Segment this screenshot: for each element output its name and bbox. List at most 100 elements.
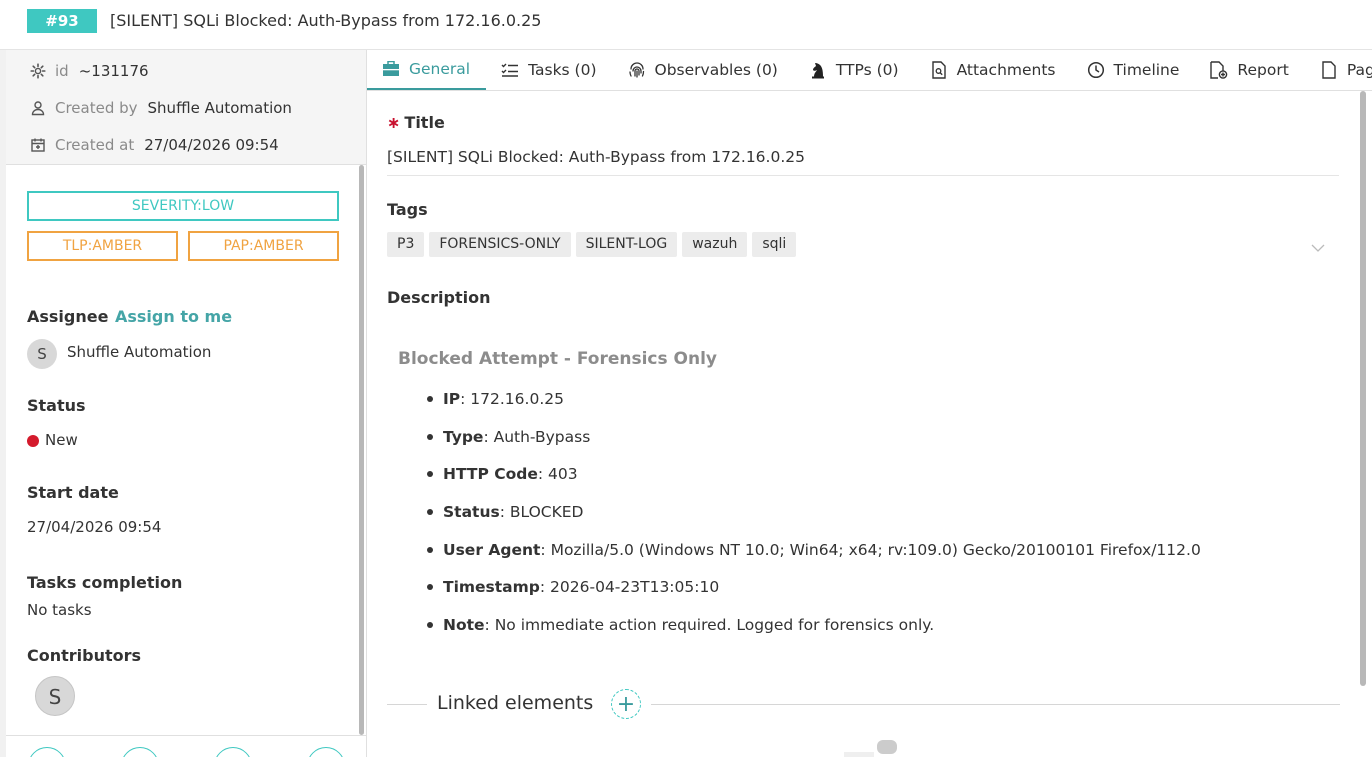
- list-item: Note: No immediate action required. Logg…: [417, 614, 1201, 652]
- chevron-down-icon[interactable]: [1311, 239, 1325, 252]
- comment-icon: [877, 740, 897, 754]
- add-linked-element-button[interactable]: +: [611, 689, 641, 719]
- tag-chip: SILENT-LOG: [575, 232, 678, 257]
- case-sidebar: id ~131176 Created by Shuffle Automation…: [6, 50, 367, 757]
- required-asterisk-icon: ∗: [387, 113, 401, 132]
- list-item: Type: Auth-Bypass: [417, 426, 1201, 464]
- title-label-text: Title: [404, 113, 445, 132]
- list-item: IP: 172.16.0.25: [417, 388, 1201, 426]
- file-plus-icon: [1210, 61, 1228, 79]
- item-value: : No immediate action required. Logged f…: [484, 616, 935, 635]
- case-number-badge: #93: [27, 9, 97, 33]
- item-value: : Auth-Bypass: [483, 427, 591, 446]
- title-field[interactable]: [SILENT] SQLi Blocked: Auth-Bypass from …: [387, 148, 1339, 176]
- tlp-badge[interactable]: TLP:AMBER: [27, 231, 178, 261]
- tab-general-label: General: [409, 60, 471, 78]
- fingerprint-icon: [628, 61, 646, 79]
- meta-created-by-row: Created by Shuffle Automation: [30, 97, 292, 119]
- placeholder-bar: [844, 752, 874, 757]
- item-value: : BLOCKED: [499, 503, 584, 522]
- meta-id-value: ~131176: [78, 62, 149, 80]
- tab-report[interactable]: Report: [1195, 50, 1304, 90]
- case-header: #93 [SILENT] SQLi Blocked: Auth-Bypass f…: [0, 0, 1372, 50]
- tab-observables-label: Observables (0): [654, 61, 778, 79]
- user-icon: [30, 100, 46, 116]
- case-icon: [382, 60, 400, 78]
- clock-icon: [1087, 61, 1105, 79]
- tab-pages-label: Pag: [1346, 61, 1372, 79]
- tab-ttps[interactable]: TTPs (0): [794, 50, 915, 90]
- divider: [651, 704, 1340, 705]
- item-key: HTTP Code: [443, 465, 538, 484]
- tab-attachments[interactable]: Attachments: [915, 50, 1072, 90]
- title-field-label: ∗ Title: [387, 113, 445, 132]
- tab-ttps-label: TTPs (0): [835, 61, 899, 79]
- pap-badge[interactable]: PAP:AMBER: [188, 231, 339, 261]
- list-item: User Agent: Mozilla/5.0 (Windows NT 10.0…: [417, 539, 1201, 577]
- list-item: Status: BLOCKED: [417, 501, 1201, 539]
- list-item: Timestamp: 2026-04-23T13:05:10: [417, 576, 1201, 614]
- item-value: : 2026-04-23T13:05:10: [539, 578, 720, 597]
- meta-created-at-value: 27/04/2026 09:54: [144, 136, 279, 154]
- tab-report-label: Report: [1237, 61, 1289, 79]
- chess-knight-icon: [809, 61, 827, 79]
- description-list: IP: 172.16.0.25 Type: Auth-Bypass HTTP C…: [417, 388, 1201, 652]
- start-date-value[interactable]: 27/04/2026 09:54: [27, 518, 161, 536]
- linked-elements-label: Linked elements: [437, 692, 594, 714]
- page-icon: [1320, 61, 1338, 79]
- list-item: HTTP Code: 403: [417, 463, 1201, 501]
- tasks-completion-label: Tasks completion: [27, 573, 183, 592]
- item-key: User Agent: [443, 540, 541, 559]
- meta-created-at-row: Created at 27/04/2026 09:54: [30, 134, 279, 156]
- status-dot-icon: [27, 435, 39, 447]
- file-search-icon: [930, 61, 948, 79]
- case-meta: id ~131176 Created by Shuffle Automation…: [6, 50, 366, 165]
- status-label: Status: [27, 396, 86, 415]
- assignee-name[interactable]: Shuffle Automation: [67, 343, 211, 361]
- meta-created-by-label: Created by: [55, 99, 138, 117]
- contributor-avatar: S: [35, 676, 75, 716]
- case-tabs: General Tasks (0) Observables (0) TTPs (…: [367, 50, 1372, 91]
- assignee-avatar: S: [27, 339, 57, 369]
- general-panel: ∗ Title [SILENT] SQLi Blocked: Auth-Bypas…: [367, 91, 1372, 757]
- tab-attachments-label: Attachments: [956, 61, 1056, 79]
- tab-general[interactable]: General: [367, 50, 487, 90]
- tab-timeline-label: Timeline: [1113, 61, 1180, 79]
- tab-pages[interactable]: Pag: [1305, 50, 1372, 90]
- sidebar-scrollbar[interactable]: [359, 165, 364, 735]
- meta-id-row: id ~131176: [30, 60, 149, 82]
- item-key: Type: [443, 427, 484, 446]
- tab-timeline[interactable]: Timeline: [1072, 50, 1196, 90]
- calendar-plus-icon: [30, 137, 46, 153]
- item-key: Timestamp: [443, 578, 540, 597]
- tag-chip: P3: [387, 232, 425, 257]
- meta-created-at-label: Created at: [55, 136, 135, 154]
- status-value[interactable]: New: [45, 431, 78, 449]
- assignee-label: Assignee: [27, 307, 109, 326]
- description-heading: Blocked Attempt - Forensics Only: [398, 349, 717, 369]
- divider: [387, 704, 427, 705]
- tab-observables[interactable]: Observables (0): [613, 50, 794, 90]
- start-date-label: Start date: [27, 483, 119, 502]
- item-value: : 403: [537, 465, 578, 484]
- tags-label: Tags: [387, 200, 428, 219]
- item-value: : Mozilla/5.0 (Windows NT 10.0; Win64; x…: [540, 540, 1201, 559]
- tag-chip: FORENSICS-ONLY: [429, 232, 571, 257]
- severity-badge[interactable]: SEVERITY:LOW: [27, 191, 339, 221]
- item-key: Status: [443, 503, 500, 522]
- assign-to-me-link[interactable]: Assign to me: [115, 307, 232, 326]
- tags-list[interactable]: P3 FORENSICS-ONLY SILENT-LOG wazuh sqli: [387, 232, 797, 257]
- tab-tasks-label: Tasks (0): [528, 61, 597, 79]
- tag-chip: sqli: [752, 232, 797, 257]
- main-scrollbar[interactable]: [1360, 91, 1366, 686]
- contributors-label: Contributors: [27, 646, 142, 665]
- item-key: Note: [443, 616, 485, 635]
- meta-id-label: id: [55, 62, 69, 80]
- tasks-icon: [501, 61, 519, 79]
- tasks-completion-value: No tasks: [27, 601, 92, 619]
- tag-chip: wazuh: [682, 232, 748, 257]
- gear-icon: [30, 63, 46, 79]
- item-key: IP: [443, 390, 461, 408]
- description-label: Description: [387, 288, 491, 307]
- tab-tasks[interactable]: Tasks (0): [486, 50, 612, 90]
